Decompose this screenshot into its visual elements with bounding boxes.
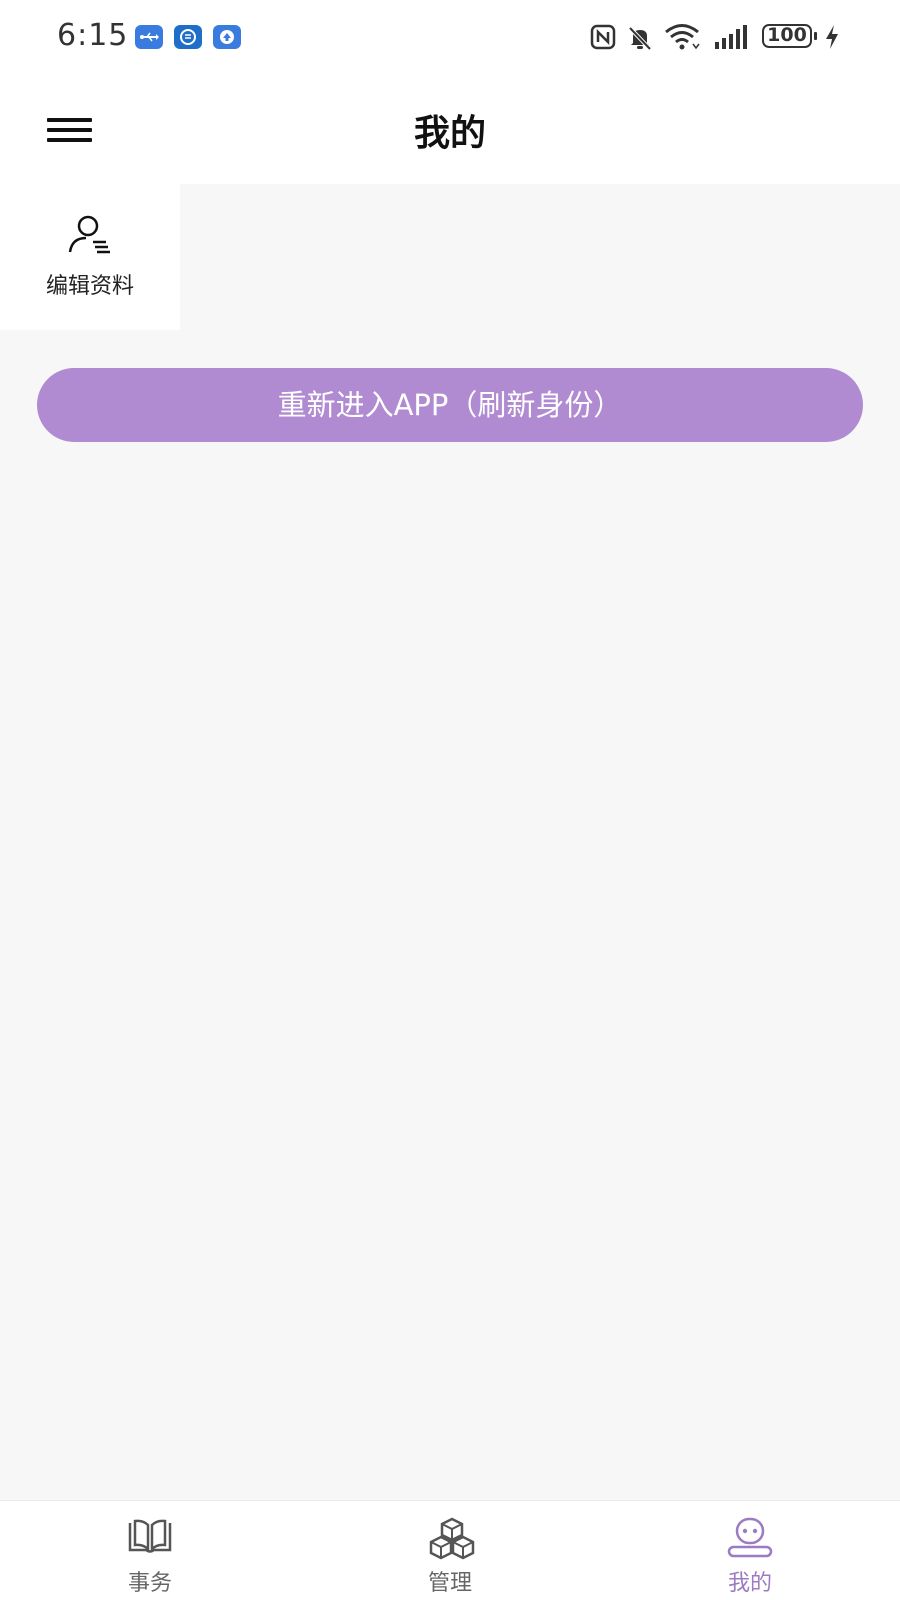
book-icon: [128, 1519, 172, 1553]
nav-tab-affairs[interactable]: 事务: [0, 1501, 300, 1600]
user-edit-icon: [68, 215, 110, 254]
battery-cap: [814, 32, 817, 40]
edit-profile-button[interactable]: 编辑资料: [0, 184, 180, 330]
bottom-nav: 事务 管理 我的: [0, 1500, 900, 1600]
nfc-icon: [590, 24, 616, 50]
status-bar: 6:15 100: [0, 0, 900, 76]
refresh-identity-button[interactable]: 重新进入APP（刷新身份）: [37, 368, 863, 442]
usb-icon: [135, 25, 163, 49]
edit-profile-label: 编辑资料: [45, 274, 134, 299]
nav-tab-manage[interactable]: 管理: [300, 1501, 600, 1600]
battery-icon: 100: [762, 24, 812, 48]
sync-icon: [174, 25, 202, 49]
upload-icon: [213, 25, 241, 49]
app-header: 我的: [0, 76, 900, 184]
nav-label-manage: 管理: [427, 1571, 472, 1596]
screen: 6:15 100 我的 编辑资料 重新进入APP（刷新身份） 事务 管理 我的: [0, 0, 900, 1600]
signal-icon: [715, 25, 747, 49]
wifi-icon: [665, 24, 700, 50]
status-time: 6:15: [57, 18, 129, 53]
bell-muted-icon: [628, 26, 652, 51]
nav-label-mine: 我的: [727, 1571, 772, 1596]
charging-icon: [826, 25, 838, 49]
cubes-icon: [429, 1517, 475, 1560]
nav-label-affairs: 事务: [127, 1571, 172, 1596]
page-title: 我的: [413, 113, 486, 154]
profile-robot-icon: [727, 1517, 773, 1558]
nav-tab-mine[interactable]: 我的: [600, 1501, 900, 1600]
